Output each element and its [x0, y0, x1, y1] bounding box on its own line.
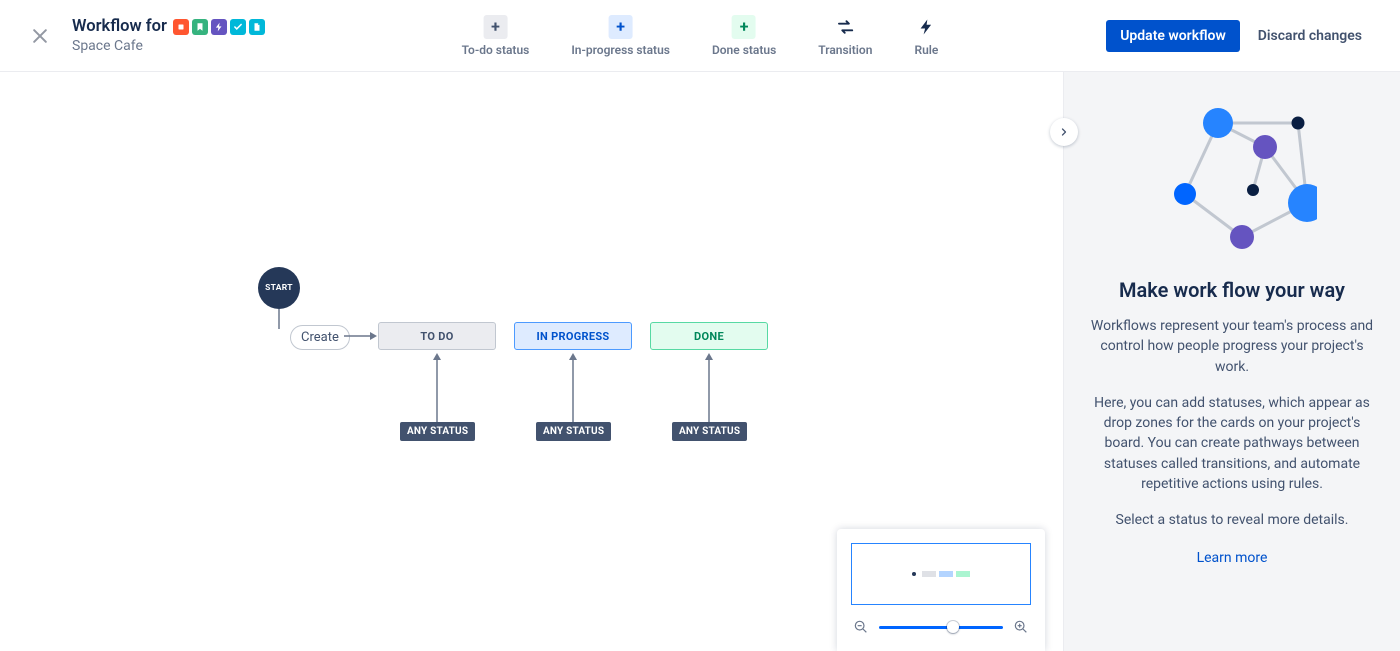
- toolbar-label: Done status: [712, 43, 776, 57]
- update-workflow-button[interactable]: Update workflow: [1106, 20, 1240, 52]
- zoom-slider[interactable]: [879, 626, 1003, 629]
- project-name: Space Cafe: [72, 38, 265, 54]
- transition-icon: [833, 15, 857, 39]
- toolbar-label: Transition: [818, 43, 872, 57]
- minimap: [837, 529, 1045, 651]
- zoom-out-button[interactable]: [851, 617, 871, 637]
- create-transition[interactable]: Create: [290, 325, 350, 350]
- discard-changes-button[interactable]: Discard changes: [1248, 20, 1372, 52]
- zoom-in-button[interactable]: [1011, 617, 1031, 637]
- issue-type-badges: [173, 19, 265, 35]
- panel-illustration: [1147, 106, 1317, 256]
- bolt-icon: [914, 15, 938, 39]
- page-title: Workflow for: [72, 17, 167, 36]
- collapse-panel-button[interactable]: [1050, 118, 1078, 146]
- side-panel: Make work flow your way Workflows repres…: [1063, 72, 1400, 651]
- workflow-canvas[interactable]: START Create TO DO IN PROGRESS DONE ANY …: [0, 72, 1063, 651]
- minimap-todo: [922, 571, 936, 577]
- toolbar-in-progress-status[interactable]: + In-progress status: [571, 15, 670, 57]
- panel-paragraph-2: Here, you can add statuses, which appear…: [1088, 393, 1376, 494]
- any-status-label-1[interactable]: ANY STATUS: [400, 422, 475, 441]
- plus-icon: +: [732, 15, 756, 39]
- status-done[interactable]: DONE: [650, 322, 768, 350]
- close-button[interactable]: [28, 24, 52, 48]
- arrow-create-todo: [344, 328, 378, 344]
- minimap-inprogress: [939, 571, 953, 577]
- issue-type-badge: [192, 19, 208, 35]
- issue-type-badge: [230, 19, 246, 35]
- toolbar-transition[interactable]: Transition: [818, 15, 872, 57]
- toolbar-rule[interactable]: Rule: [914, 15, 938, 57]
- chevron-right-icon: [1058, 126, 1070, 138]
- plus-icon: +: [483, 15, 507, 39]
- learn-more-link[interactable]: Learn more: [1197, 550, 1268, 566]
- toolbar-done-status[interactable]: + Done status: [712, 15, 776, 57]
- status-todo[interactable]: TO DO: [378, 322, 496, 350]
- issue-type-badge: [173, 19, 189, 35]
- any-status-label-2[interactable]: ANY STATUS: [536, 422, 611, 441]
- arrow-any-todo: [431, 352, 443, 422]
- minimap-viewport[interactable]: [851, 543, 1031, 605]
- header: Workflow for Space Cafe + To-do status + In…: [0, 0, 1400, 72]
- title-area: Workflow for Space Cafe: [72, 17, 265, 54]
- minimap-done: [956, 571, 970, 577]
- panel-paragraph-1: Workflows represent your team's process …: [1088, 316, 1376, 377]
- arrow-any-done: [703, 352, 715, 422]
- toolbar: + To-do status + In-progress status + Done st…: [462, 15, 939, 57]
- any-status-label-3[interactable]: ANY STATUS: [672, 422, 747, 441]
- arrow-any-inprogress: [567, 352, 579, 422]
- start-node[interactable]: START: [258, 267, 300, 309]
- issue-type-badge: [249, 19, 265, 35]
- issue-type-badge: [211, 19, 227, 35]
- status-in-progress[interactable]: IN PROGRESS: [514, 322, 632, 350]
- toolbar-label: Rule: [914, 43, 938, 57]
- connector-start-create: [278, 309, 280, 329]
- toolbar-label: In-progress status: [571, 43, 670, 57]
- toolbar-label: To-do status: [462, 43, 530, 57]
- minimap-start-dot: [912, 572, 916, 576]
- toolbar-to-do-status[interactable]: + To-do status: [462, 15, 530, 57]
- panel-paragraph-3: Select a status to reveal more details.: [1088, 510, 1376, 530]
- plus-icon: +: [609, 15, 633, 39]
- panel-title: Make work flow your way: [1088, 278, 1376, 302]
